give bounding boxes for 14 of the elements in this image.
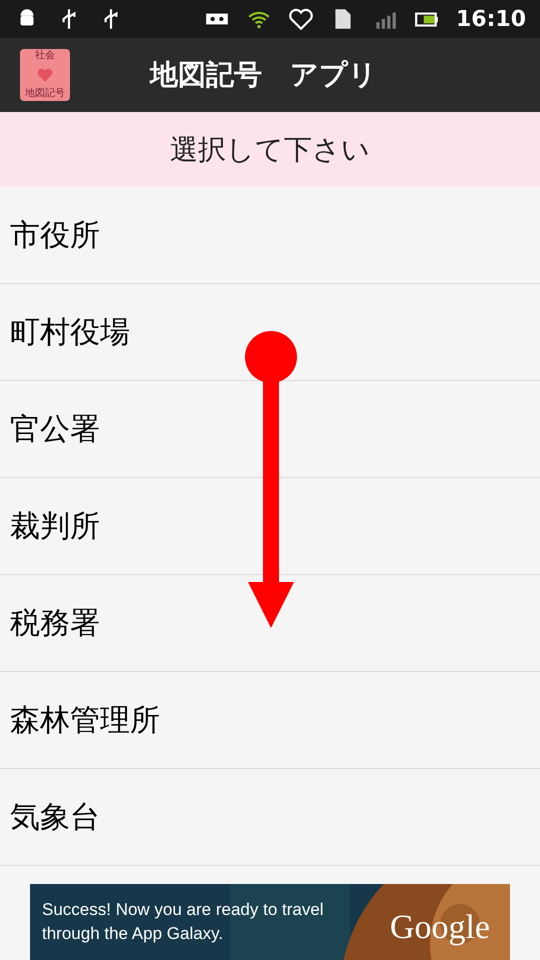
list-item[interactable]: 気象台	[0, 769, 540, 866]
ad-brand: Google	[390, 908, 490, 948]
header-text: 選択して下さい	[170, 132, 370, 168]
clock: 16:10	[456, 6, 526, 34]
app-icon-label: 社会	[35, 51, 55, 61]
app-title: 地図記号 アプリ	[150, 57, 377, 93]
heart-icon	[288, 6, 314, 32]
list-item[interactable]: 市役所	[0, 187, 540, 284]
swipe-arrow-icon	[244, 330, 298, 628]
heart-icon	[35, 66, 55, 84]
list-item[interactable]: 森林管理所	[0, 672, 540, 769]
app-icon-label: 地図記号	[25, 89, 65, 99]
ad-text: Success! Now you are ready to travel through the App Galaxy.	[42, 899, 325, 945]
ad-banner[interactable]: Success! Now you are ready to travel through the App Galaxy. Google	[30, 884, 510, 960]
